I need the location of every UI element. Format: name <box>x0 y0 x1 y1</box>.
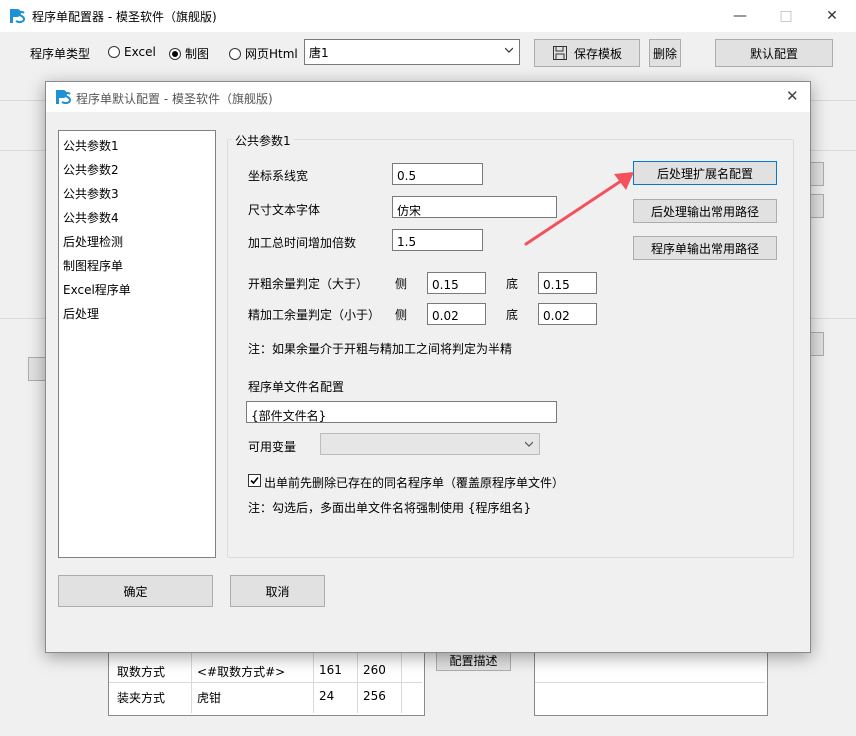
program-type-label: 程序单类型 <box>30 47 91 61</box>
finish-allowance-label: 精加工余量判定（小于） <box>248 308 381 322</box>
sheet-output-path-label: 程序单输出常用路径 <box>650 241 759 256</box>
nav-item-post[interactable]: 后处理 <box>63 305 99 322</box>
table-cell: 161 <box>319 663 342 677</box>
table-cell: 虎钳 <box>197 691 222 705</box>
allowance-note: 注：如果余量介于开粗与精加工之间将判定为半精 <box>248 342 513 356</box>
radio-drawing-dot <box>169 47 181 60</box>
delete-label: 删除 <box>652 46 677 61</box>
radio-web[interactable]: 网页Html <box>229 45 298 62</box>
config-desc-label: 配置描述 <box>449 653 498 668</box>
post-output-path-label: 后处理输出常用路径 <box>650 204 759 219</box>
default-config-button[interactable]: 默认配置 <box>715 39 833 67</box>
main-window-title: 程序单配置器 - 模圣软件（旗舰版) <box>32 10 217 24</box>
ps-logo-icon <box>56 90 72 105</box>
finish-side-input[interactable]: 0.02 <box>427 303 486 325</box>
rough-allowance-label: 开粗余量判定（大于） <box>248 277 369 291</box>
available-vars-label: 可用变量 <box>248 440 297 454</box>
ok-button[interactable]: 确定 <box>58 575 213 607</box>
group-title: 公共参数1 <box>232 132 294 149</box>
filename-config-input[interactable]: {部件文件名} <box>246 401 557 423</box>
minimize-icon[interactable]: — <box>720 4 760 28</box>
post-ext-config-button[interactable]: 后处理扩展名配置 <box>633 161 777 185</box>
radio-drawing-label: 制图 <box>185 47 210 61</box>
rough-side-input[interactable]: 0.15 <box>427 272 486 294</box>
sheet-output-path-button[interactable]: 程序单输出常用路径 <box>633 236 777 260</box>
rough-bottom-label: 底 <box>506 277 519 291</box>
finish-bottom-input[interactable]: 0.02 <box>538 303 597 325</box>
chevron-down-icon <box>525 441 533 447</box>
table-cell: 260 <box>363 663 386 677</box>
dim-font-label: 尺寸文本字体 <box>248 203 321 217</box>
nav-item-excel-sheet[interactable]: Excel程序单 <box>63 281 131 298</box>
table-cell: 装夹方式 <box>117 691 166 705</box>
available-vars-select[interactable] <box>320 433 540 455</box>
template-select[interactable]: 唐1 <box>304 39 520 65</box>
radio-web-dot <box>229 47 241 60</box>
dialog-close-icon[interactable]: ✕ <box>786 87 799 105</box>
radio-excel-label: Excel <box>124 45 156 59</box>
checkbox-note: 注：勾选后，多面出单文件名将强制使用 {程序组名} <box>248 501 532 515</box>
table-cell: 24 <box>319 689 335 703</box>
nav-item-post-check[interactable]: 后处理检测 <box>63 233 123 250</box>
dialog-title: 程序单默认配置 - 模圣软件（旗舰版) <box>76 92 273 106</box>
delete-button[interactable]: 删除 <box>649 39 681 67</box>
cancel-button[interactable]: 取消 <box>230 575 325 607</box>
chevron-down-icon <box>505 47 513 53</box>
cancel-label: 取消 <box>265 584 290 599</box>
finish-side-label: 侧 <box>395 308 408 322</box>
radio-excel-dot <box>108 46 120 58</box>
radio-drawing[interactable]: 制图 <box>169 45 209 62</box>
close-icon[interactable]: ✕ <box>812 4 852 28</box>
main-title-bar: 程序单配置器 - 模圣软件（旗舰版) — □ ✕ <box>0 0 856 32</box>
post-output-path-button[interactable]: 后处理输出常用路径 <box>633 199 777 223</box>
table-cell: 取数方式 <box>117 665 166 679</box>
nav-item-common-2[interactable]: 公共参数2 <box>63 161 119 178</box>
rough-side-label: 侧 <box>395 277 408 291</box>
table-cell: 256 <box>363 689 386 703</box>
nav-item-common-1[interactable]: 公共参数1 <box>63 137 119 154</box>
delete-existing-label: 出单前先删除已存在的同名程序单（覆盖原程序单文件） <box>264 476 565 490</box>
coord-width-label: 坐标系线宽 <box>248 169 309 183</box>
table-cell: <#取数方式#> <box>197 665 286 679</box>
delete-existing-checkbox[interactable] <box>248 474 261 487</box>
annotation-arrow-icon <box>524 172 634 246</box>
post-ext-config-label: 后处理扩展名配置 <box>656 166 753 181</box>
checkmark-icon <box>250 476 259 485</box>
radio-excel[interactable]: Excel <box>108 45 156 59</box>
default-config-dialog: 程序单默认配置 - 模圣软件（旗舰版) ✕ 公共参数1 公共参数2 公共参数3 … <box>45 81 811 653</box>
default-config-label: 默认配置 <box>749 46 798 61</box>
ok-label: 确定 <box>123 584 148 599</box>
finish-bottom-label: 底 <box>506 308 519 322</box>
nav-list: 公共参数1 公共参数2 公共参数3 公共参数4 后处理检测 制图程序单 Exce… <box>58 130 216 558</box>
save-template-button[interactable]: 保存模板 <box>534 39 640 67</box>
time-mult-label: 加工总时间增加倍数 <box>248 236 357 250</box>
floppy-disk-icon <box>552 46 567 60</box>
coord-width-input[interactable]: 0.5 <box>392 163 483 185</box>
nav-item-common-3[interactable]: 公共参数3 <box>63 185 119 202</box>
maximize-icon[interactable]: □ <box>766 4 806 28</box>
bg-table: 取数方式 <#取数方式#> 161 260 装夹方式 虎钳 24 256 <box>108 652 425 716</box>
time-mult-input[interactable]: 1.5 <box>392 229 483 251</box>
bg-panel <box>534 652 768 716</box>
dialog-title-bar: 程序单默认配置 - 模圣软件（旗舰版) ✕ <box>46 82 810 112</box>
rough-bottom-input[interactable]: 0.15 <box>538 272 597 294</box>
bg-button[interactable] <box>28 357 46 381</box>
template-select-value: 唐1 <box>309 46 329 60</box>
filename-config-label: 程序单文件名配置 <box>248 380 345 394</box>
ps-logo-icon <box>10 9 26 24</box>
radio-web-label: 网页Html <box>245 47 298 61</box>
nav-item-drawing-sheet[interactable]: 制图程序单 <box>63 257 123 274</box>
save-template-label: 保存模板 <box>573 46 622 61</box>
nav-item-common-4[interactable]: 公共参数4 <box>63 209 119 226</box>
